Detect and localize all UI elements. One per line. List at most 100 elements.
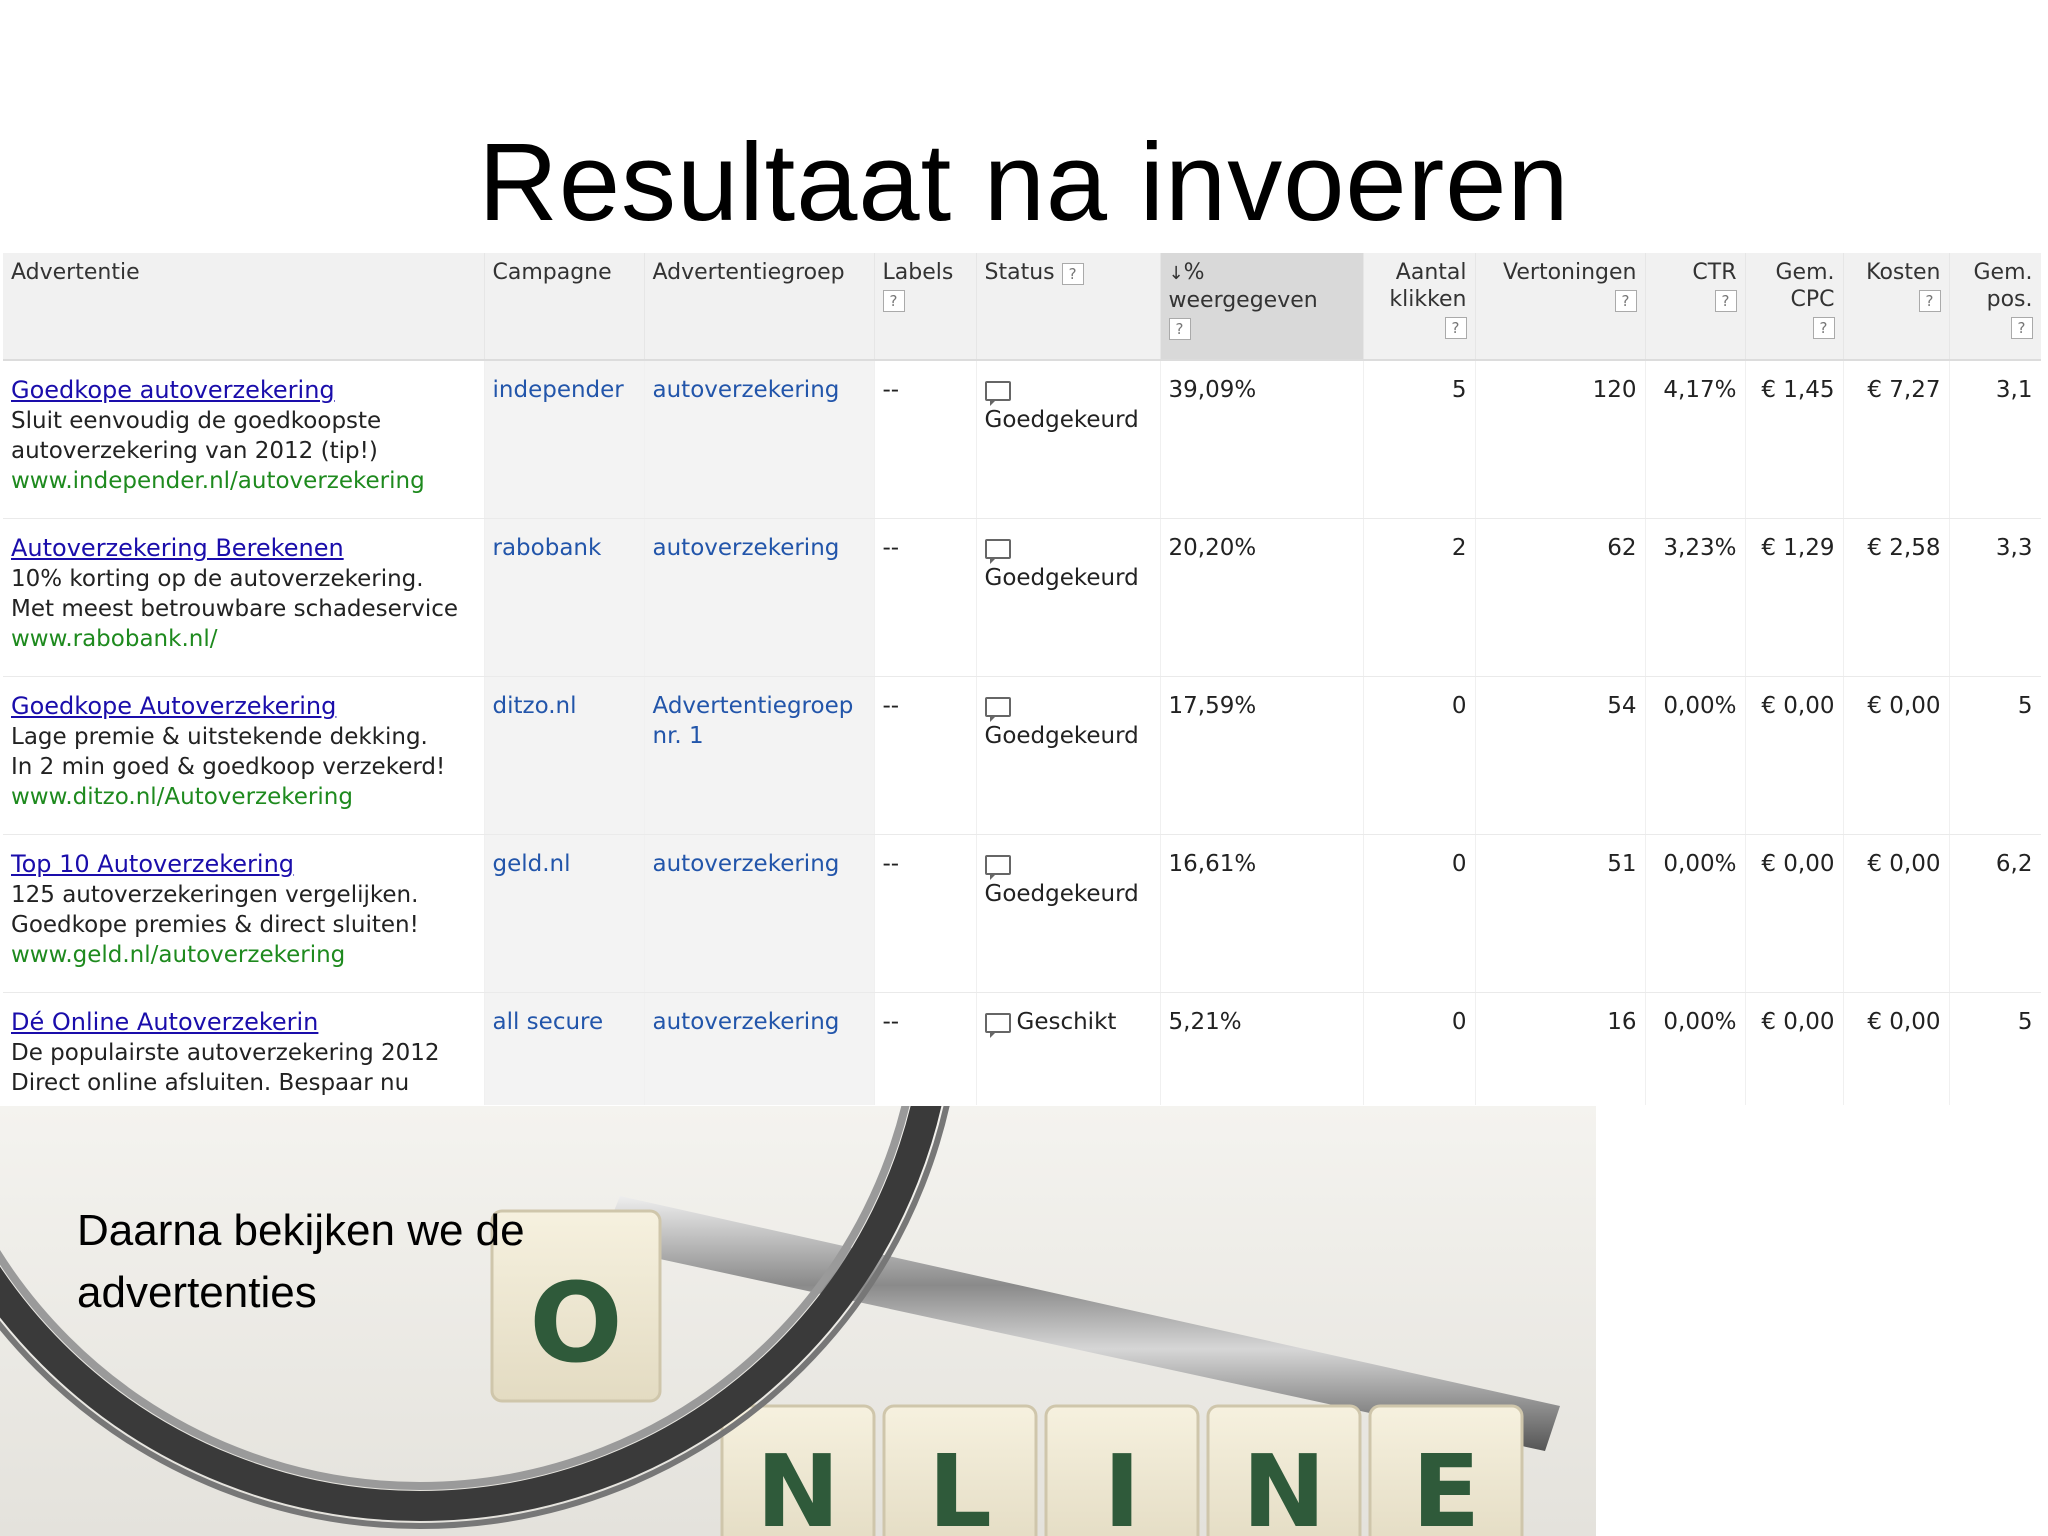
ctr-cell: 3,23% xyxy=(1645,518,1746,677)
position-cell: 5 xyxy=(1949,676,2041,835)
col-header-gem-cpc[interactable]: Gem. CPC? xyxy=(1745,253,1844,361)
ads-grid: Advertentie Campagne Advertentiegroep La… xyxy=(3,253,2041,1105)
adgroup-link[interactable]: autoverzekering xyxy=(644,834,875,993)
cost-cell: € 0,00 xyxy=(1843,834,1950,993)
campaign-link[interactable]: independer xyxy=(484,360,645,519)
help-icon[interactable]: ? xyxy=(882,290,905,312)
speech-bubble-icon[interactable] xyxy=(984,380,1011,406)
col-header-ctr[interactable]: CTR? xyxy=(1645,253,1746,361)
cost-cell: € 2,58 xyxy=(1843,518,1950,677)
labels-cell: -- xyxy=(874,360,977,519)
status-cell: Goedgekeurd xyxy=(976,360,1161,519)
clicks-cell: 0 xyxy=(1363,992,1476,1105)
ctr-cell: 4,17% xyxy=(1645,360,1746,519)
table-row: Top 10 Autoverzekering 125 autoverzekerin… xyxy=(3,834,2041,993)
table-row: Dé Online Autoverzekerin De populairste a… xyxy=(3,992,2041,1105)
letter-tile-n1: N xyxy=(720,1404,876,1536)
pct-cell: 16,61% xyxy=(1160,834,1364,993)
col-header-labels[interactable]: Labels? xyxy=(874,253,977,361)
clicks-cell: 5 xyxy=(1363,360,1476,519)
letter-tile-l: L xyxy=(882,1404,1038,1536)
ad-display-url: www.rabobank.nl/ xyxy=(11,626,218,652)
speech-bubble-icon[interactable] xyxy=(984,696,1011,722)
ad-cell: Dé Online Autoverzekerin De populairste a… xyxy=(3,992,485,1105)
labels-cell: -- xyxy=(874,834,977,993)
help-icon[interactable]: ? xyxy=(1714,290,1737,312)
campaign-link[interactable]: rabobank xyxy=(484,518,645,677)
cost-cell: € 7,27 xyxy=(1843,360,1950,519)
speech-bubble-icon[interactable] xyxy=(984,854,1011,880)
ad-title-link[interactable]: Goedkope Autoverzekering xyxy=(11,692,336,720)
col-header-kosten[interactable]: Kosten? xyxy=(1843,253,1950,361)
impressions-cell: 16 xyxy=(1475,992,1646,1105)
col-header-advertentie[interactable]: Advertentie xyxy=(3,253,485,361)
cost-cell: € 0,00 xyxy=(1843,992,1950,1105)
col-header-gem-pos[interactable]: Gem. pos.? xyxy=(1949,253,2041,361)
col-header-campagne[interactable]: Campagne xyxy=(484,253,645,361)
adgroup-link[interactable]: autoverzekering xyxy=(644,992,875,1105)
status-cell: Goedgekeurd xyxy=(976,676,1161,835)
sort-descending-icon[interactable]: ↓ xyxy=(1169,263,1184,284)
table-header-row: Advertentie Campagne Advertentiegroep La… xyxy=(3,253,2041,361)
position-cell: 5 xyxy=(1949,992,2041,1105)
help-icon[interactable]: ? xyxy=(1061,263,1084,285)
cpc-cell: € 0,00 xyxy=(1745,834,1844,993)
speech-bubble-icon[interactable] xyxy=(984,1012,1011,1038)
ad-cell: Autoverzekering Berekenen 10% korting op … xyxy=(3,518,485,677)
ad-title-link[interactable]: Dé Online Autoverzekerin xyxy=(11,1008,318,1036)
col-header-pct-weergegeven[interactable]: ↓% weergegeven? xyxy=(1160,253,1364,361)
ad-title-link[interactable]: Goedkope autoverzekering xyxy=(11,376,335,404)
ad-cell: Goedkope autoverzekering Sluit eenvoudig … xyxy=(3,360,485,519)
help-icon[interactable]: ? xyxy=(1168,318,1191,340)
help-icon[interactable]: ? xyxy=(1918,290,1941,312)
impressions-cell: 51 xyxy=(1475,834,1646,993)
adgroup-link[interactable]: autoverzekering xyxy=(644,518,875,677)
help-icon[interactable]: ? xyxy=(1812,317,1835,339)
cpc-cell: € 0,00 xyxy=(1745,992,1844,1105)
svg-text:N: N xyxy=(756,1433,840,1536)
cost-cell: € 0,00 xyxy=(1843,676,1950,835)
campaign-link[interactable]: geld.nl xyxy=(484,834,645,993)
help-icon[interactable]: ? xyxy=(1444,317,1467,339)
ad-cell: Goedkope Autoverzekering Lage premie & ui… xyxy=(3,676,485,835)
status-cell: Geschikt xyxy=(976,992,1161,1105)
svg-text:E: E xyxy=(1412,1433,1480,1536)
col-header-status[interactable]: Status ? xyxy=(976,253,1161,361)
help-icon[interactable]: ? xyxy=(1614,290,1637,312)
campaign-link[interactable]: all secure xyxy=(484,992,645,1105)
labels-cell: -- xyxy=(874,992,977,1105)
letter-tile-n2: N xyxy=(1206,1404,1362,1536)
slide-title: Resultaat na invoeren xyxy=(478,121,1570,244)
adgroup-link[interactable]: autoverzekering xyxy=(644,360,875,519)
col-header-klikken[interactable]: Aantal klikken? xyxy=(1363,253,1476,361)
cpc-cell: € 1,29 xyxy=(1745,518,1844,677)
ctr-cell: 0,00% xyxy=(1645,992,1746,1105)
svg-text:I: I xyxy=(1103,1433,1140,1536)
ad-title-link[interactable]: Autoverzekering Berekenen xyxy=(11,534,344,562)
slide-caption: Daarna bekijken we de advertenties xyxy=(77,1206,525,1317)
svg-text:L: L xyxy=(928,1433,992,1536)
ad-title-link[interactable]: Top 10 Autoverzekering xyxy=(11,850,294,878)
pct-cell: 5,21% xyxy=(1160,992,1364,1105)
help-icon[interactable]: ? xyxy=(2010,317,2033,339)
col-header-vertoningen[interactable]: Vertoningen? xyxy=(1475,253,1646,361)
pct-cell: 17,59% xyxy=(1160,676,1364,835)
clicks-cell: 0 xyxy=(1363,834,1476,993)
ad-display-url: www.geld.nl/autoverzekering xyxy=(11,942,346,968)
adgroup-link[interactable]: Advertentiegroep nr. 1 xyxy=(644,676,875,835)
speech-bubble-icon[interactable] xyxy=(984,538,1011,564)
impressions-cell: 62 xyxy=(1475,518,1646,677)
clicks-cell: 0 xyxy=(1363,676,1476,835)
col-header-advertentiegroep[interactable]: Advertentiegroep xyxy=(644,253,875,361)
table-row: Autoverzekering Berekenen 10% korting op … xyxy=(3,518,2041,677)
campaign-link[interactable]: ditzo.nl xyxy=(484,676,645,835)
position-cell: 6,2 xyxy=(1949,834,2041,993)
impressions-cell: 120 xyxy=(1475,360,1646,519)
pct-cell: 20,20% xyxy=(1160,518,1364,677)
position-cell: 3,1 xyxy=(1949,360,2041,519)
ad-cell: Top 10 Autoverzekering 125 autoverzekerin… xyxy=(3,834,485,993)
table-row: Goedkope Autoverzekering Lage premie & ui… xyxy=(3,676,2041,835)
impressions-cell: 54 xyxy=(1475,676,1646,835)
status-cell: Goedgekeurd xyxy=(976,834,1161,993)
letter-tile-e: E xyxy=(1368,1404,1524,1536)
